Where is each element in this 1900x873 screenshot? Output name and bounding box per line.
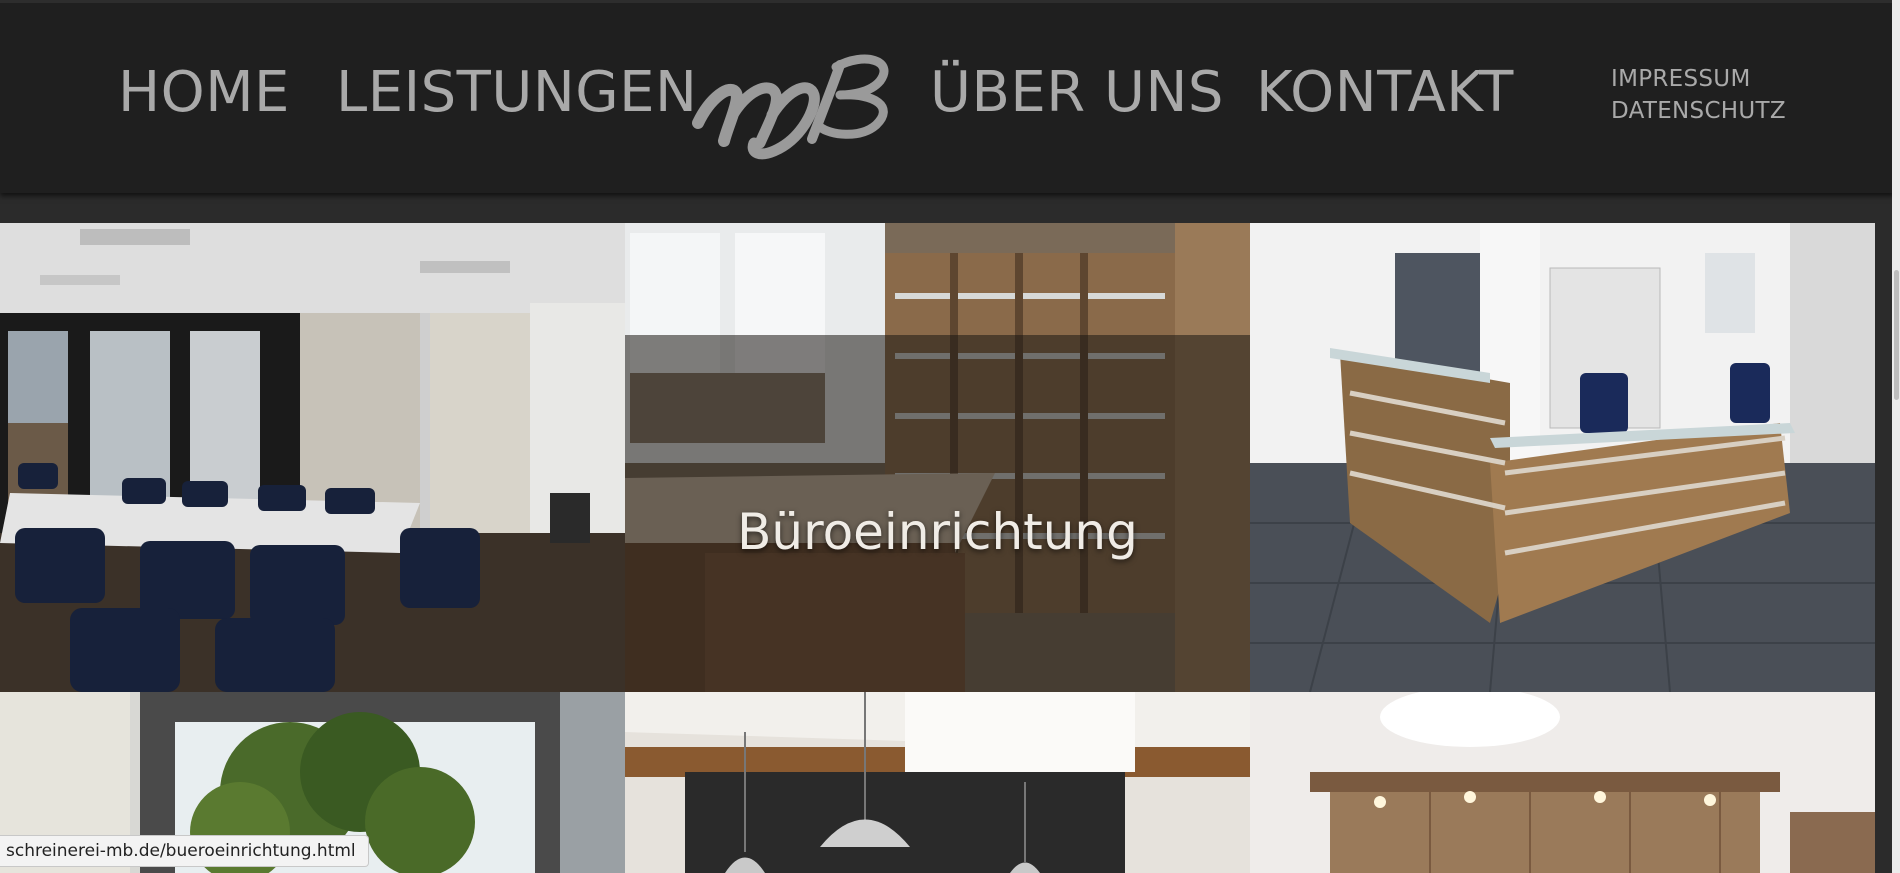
scrollbar-thumb[interactable]	[1894, 270, 1899, 400]
scrollbar[interactable]	[1892, 0, 1900, 873]
tile-label-bueroeinrichtung: Büroeinrichtung	[737, 503, 1138, 561]
nav-kontakt[interactable]: KONTAKT	[1256, 59, 1514, 127]
mb-logo-icon	[692, 54, 889, 160]
reception-desk-image	[1250, 223, 1875, 692]
site-header: HOME LEISTUNGEN ÜBER UNS KONTAKT IMPRESS…	[0, 0, 1895, 193]
gallery-tile-cabinet-wall[interactable]	[1250, 692, 1875, 873]
nav-ueber-uns[interactable]: ÜBER UNS	[930, 59, 1224, 127]
status-bar-url: schreinerei-mb.de/bueroeinrichtung.html	[0, 835, 369, 867]
pendant-lamps-image	[625, 692, 1250, 873]
cabinet-wall-image	[1250, 692, 1875, 873]
gallery-tile-reception-desk[interactable]	[1250, 223, 1875, 692]
nav-leistungen[interactable]: LEISTUNGEN	[336, 59, 697, 127]
gallery-tile-pendant-lamps[interactable]	[625, 692, 1250, 873]
legal-links: IMPRESSUM DATENSCHUTZ	[1611, 63, 1786, 127]
conference-room-image	[0, 223, 625, 692]
nav-datenschutz[interactable]: DATENSCHUTZ	[1611, 95, 1786, 127]
gallery-tile-bueroeinrichtung[interactable]: Büroeinrichtung	[625, 223, 1250, 692]
mb-logo[interactable]	[690, 43, 900, 161]
gallery-tile-conference-room[interactable]	[0, 223, 625, 692]
nav-impressum[interactable]: IMPRESSUM	[1611, 63, 1786, 95]
nav-home[interactable]: HOME	[118, 59, 290, 127]
